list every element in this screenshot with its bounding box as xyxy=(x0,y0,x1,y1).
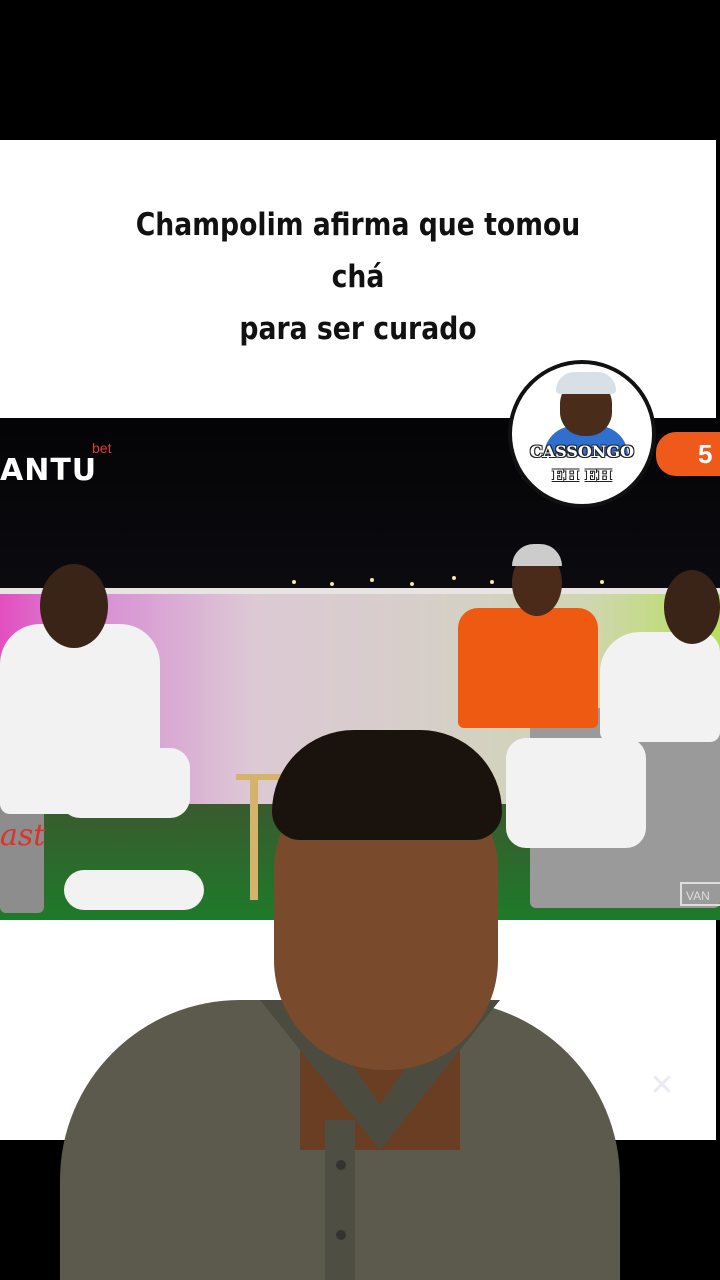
corner-tag: VAN xyxy=(680,882,720,906)
presenter-hair xyxy=(272,730,502,840)
host-right-head xyxy=(664,570,720,644)
caption-text: Champolim afirma que tomou chá para ser … xyxy=(117,199,599,355)
host-right-body xyxy=(600,632,720,742)
broadcaster-logo-sub: bet xyxy=(92,440,112,456)
presenter-placket xyxy=(325,1120,355,1280)
guest-center-shirt xyxy=(458,608,598,728)
shirt-button xyxy=(336,1160,346,1170)
number-badge: 5 xyxy=(656,432,720,476)
guest-left-head xyxy=(40,564,108,648)
channel-avatar[interactable]: CASSONGO EH EH xyxy=(508,360,656,508)
avatar-cap xyxy=(556,372,616,394)
podcast-mark: ast xyxy=(0,818,46,853)
caption-line-1: Champolim afirma que tomou chá xyxy=(135,207,581,295)
channel-name-line-1: CASSONGO xyxy=(529,442,635,461)
channel-name: CASSONGO EH EH xyxy=(512,440,652,488)
presenter xyxy=(60,730,620,1280)
broadcaster-logo: ANTU xyxy=(0,453,98,488)
shirt-button xyxy=(336,1230,346,1240)
channel-name-line-2: EH EH xyxy=(551,466,613,485)
capcut-logo-icon: ✕ xyxy=(649,1069,675,1102)
caption-line-2: para ser curado xyxy=(239,311,477,347)
